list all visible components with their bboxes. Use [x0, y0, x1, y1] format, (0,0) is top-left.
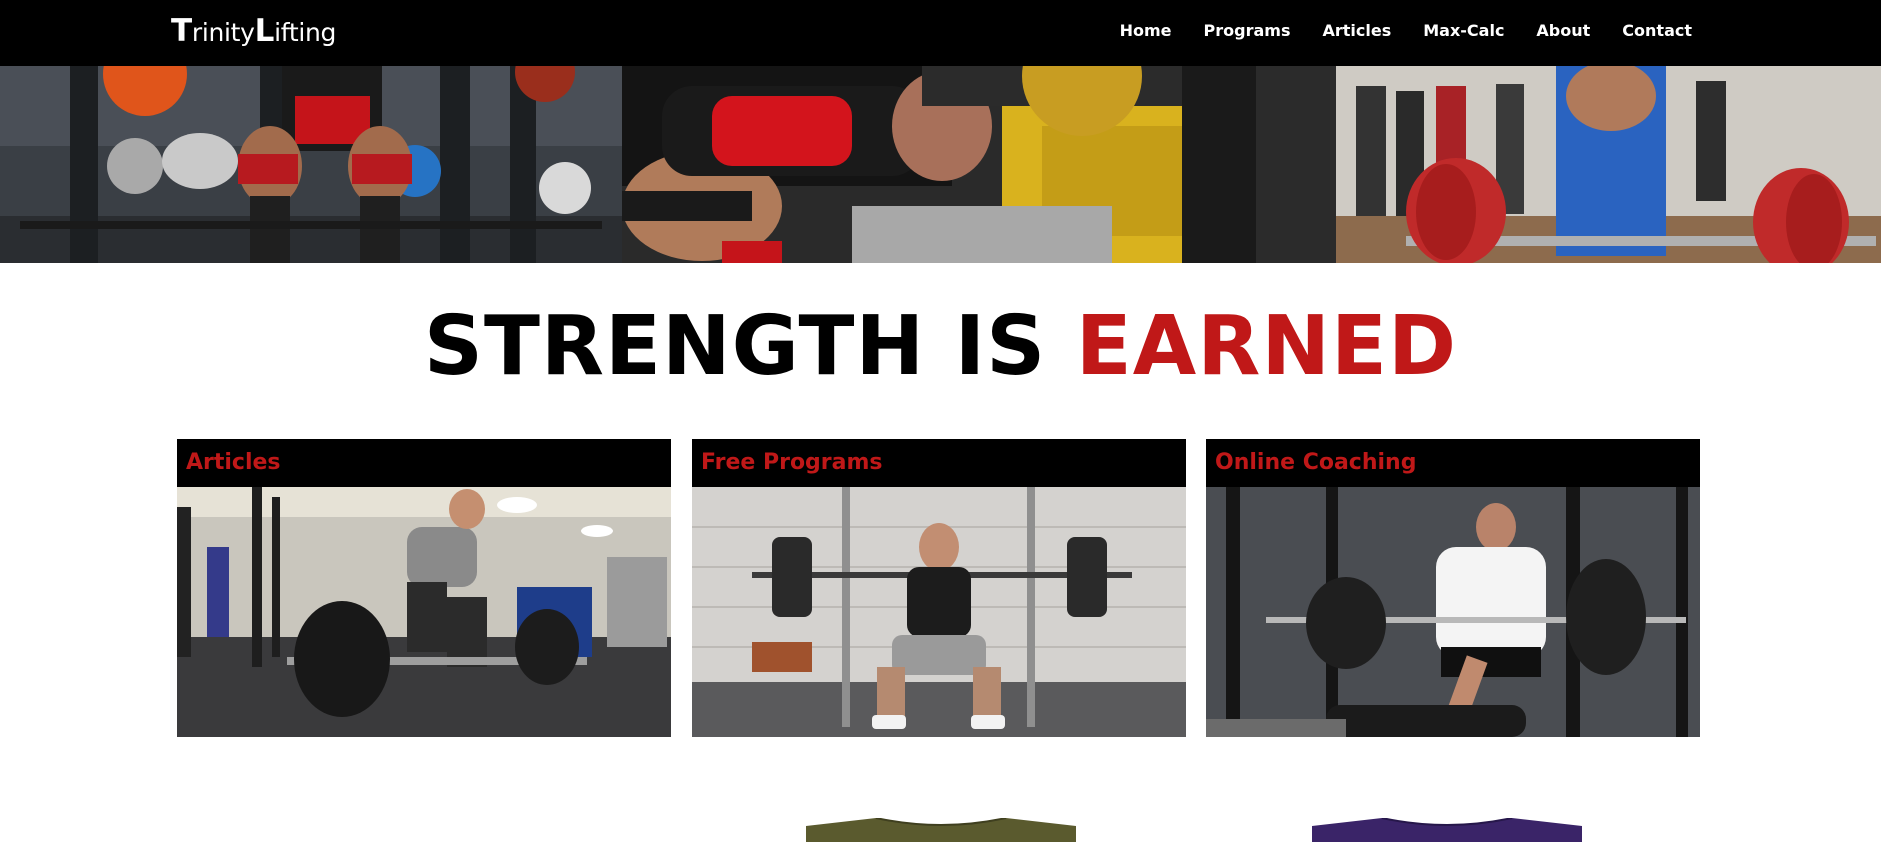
nav-home[interactable]: Home	[1120, 21, 1172, 40]
card-coaching-photo	[1206, 487, 1700, 737]
main-nav: Home Programs Articles Max-Calc About Co…	[1120, 21, 1692, 40]
top-navbar: TrinityLifting Home Programs Articles Ma…	[0, 0, 1881, 66]
nav-contact[interactable]: Contact	[1622, 21, 1692, 40]
card-articles-photo	[177, 487, 671, 737]
card-title: Free Programs	[692, 439, 1186, 487]
brand-logo[interactable]: TrinityLifting	[171, 13, 336, 49]
hero-squat-photo	[0, 66, 622, 263]
headline-main: STRENGTH IS	[423, 299, 1047, 394]
card-online-coaching[interactable]: Online Coaching	[1206, 439, 1700, 737]
brand-rest-2: ifting	[274, 18, 337, 47]
page-headline: STRENGTH IS EARNED	[0, 306, 1881, 388]
card-articles[interactable]: Articles	[177, 439, 671, 737]
nav-programs[interactable]: Programs	[1204, 21, 1291, 40]
brand-initial-t: T	[171, 13, 192, 49]
nav-articles[interactable]: Articles	[1322, 21, 1391, 40]
card-title: Articles	[177, 439, 671, 487]
brand-rest-1: rinity	[191, 18, 255, 47]
nav-max-calc[interactable]: Max-Calc	[1423, 21, 1504, 40]
card-programs-photo	[692, 487, 1186, 737]
nav-about[interactable]: About	[1536, 21, 1590, 40]
headline-accent: EARNED	[1075, 299, 1458, 394]
hero-deadlift-photo	[1256, 66, 1881, 263]
hero-banner	[0, 66, 1881, 263]
hero-bench-press-photo	[622, 66, 1256, 263]
card-free-programs[interactable]: Free Programs	[692, 439, 1186, 737]
brand-initial-l: L	[254, 13, 275, 49]
card-title: Online Coaching	[1206, 439, 1700, 487]
